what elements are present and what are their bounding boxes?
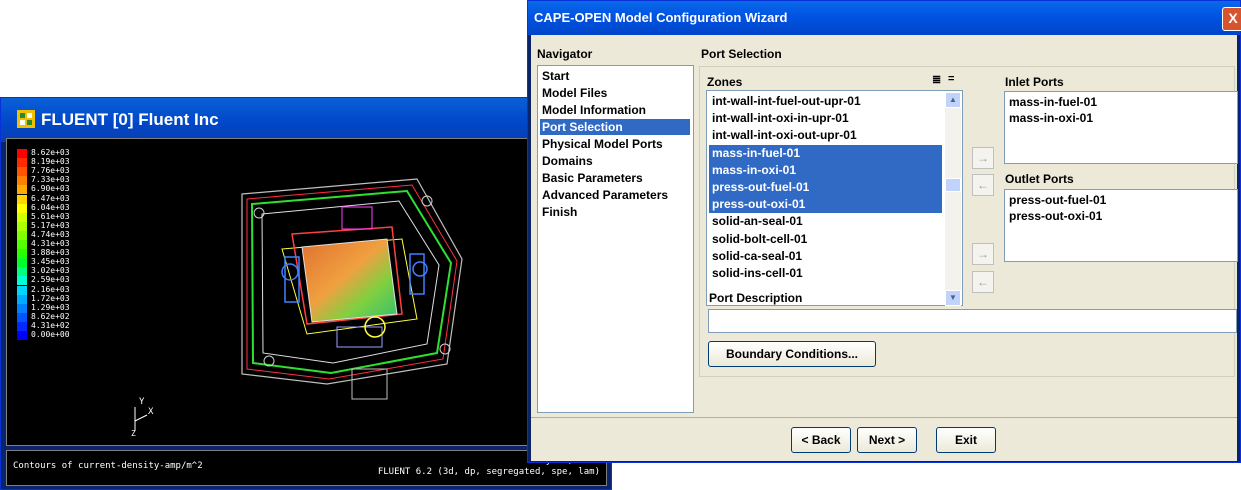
fluent-titlebar[interactable]: FLUENT [0] Fluent Inc [1, 98, 611, 142]
navigator-list[interactable]: Start Model Files Model Information Port Se… [537, 65, 694, 413]
arrow-left-icon: ← [977, 178, 989, 192]
zone-list-item[interactable]: mass-in-oxi-01 [709, 161, 942, 179]
fluent-window-title: FLUENT [0] Fluent Inc [41, 110, 219, 129]
scroll-thumb[interactable] [945, 178, 961, 192]
axis-z-label: Z [131, 429, 136, 438]
zone-list-item[interactable]: int-wall-int-oxi-in-upr-01 [709, 110, 942, 127]
navigator-item[interactable]: Model Files [540, 85, 607, 101]
fluent-caption-bar: Contours of current-density-amp/m^2 May … [6, 450, 607, 486]
fluent-graphics-canvas[interactable]: 8.62e+03 8.19e+03 7.76e+03 7.33e+03 6.90e+03… [6, 138, 607, 446]
add-inlet-button[interactable]: → [972, 147, 994, 169]
navigator-item[interactable]: Physical Model Ports [540, 136, 663, 152]
navigator-item[interactable]: Start [540, 68, 569, 84]
zone-list-item[interactable]: press-out-oxi-01 [709, 196, 942, 214]
close-button[interactable]: X [1222, 7, 1241, 31]
axis-x-label: X [148, 407, 154, 417]
scroll-up-icon[interactable]: ▲ [945, 92, 961, 108]
zones-list[interactable]: solid-ins-cell-01 solid-ca-seal-01 solid-b… [706, 90, 963, 306]
boundary-conditions-button[interactable]: Boundary Conditions... [708, 341, 876, 367]
wizard-body: Navigator Port Selection Start Model File… [531, 35, 1238, 461]
port-list-item[interactable]: press-out-oxi-01 [1009, 208, 1102, 224]
navigator-item[interactable]: Finish [540, 204, 577, 220]
details-view-icon[interactable]: = [948, 73, 954, 85]
outlet-ports-label: Outlet Ports [1005, 172, 1074, 186]
close-icon: X [1228, 10, 1238, 26]
port-list-item[interactable]: mass-in-fuel-01 [1009, 94, 1097, 110]
fluent-window: FLUENT [0] Fluent Inc 8.62e+03 8.19e+03 7.… [0, 97, 612, 490]
inlet-ports-label: Inlet Ports [1005, 75, 1064, 89]
caption-version: FLUENT 6.2 (3d, dp, segregated, spe, lam… [377, 467, 600, 477]
fluent-app-icon [17, 110, 35, 128]
outlet-ports-list[interactable]: press-out-fuel-01 press-out-oxi-01 [1004, 189, 1238, 262]
zones-scrollbar[interactable]: ▲ ▼ [945, 92, 961, 306]
navigator-item[interactable]: Model Information [540, 102, 646, 118]
wizard-footer-divider [531, 417, 1237, 418]
port-list-item[interactable]: press-out-fuel-01 [1009, 192, 1106, 208]
zone-list-item[interactable]: solid-ins-cell-01 [709, 265, 942, 282]
navigator-item[interactable]: Basic Parameters [540, 170, 643, 186]
navigator-item[interactable]: Advanced Parameters [540, 187, 668, 203]
list-view-icon[interactable]: ≣ [932, 73, 941, 86]
port-description-label: Port Description [709, 291, 803, 305]
navigator-item[interactable]: Domains [540, 153, 593, 169]
zone-list-item[interactable]: solid-ca-seal-01 [709, 248, 942, 265]
zone-list-item[interactable]: press-out-fuel-01 [709, 179, 942, 196]
zone-list-item[interactable]: solid-an-seal-01 [709, 213, 942, 230]
zone-list-item[interactable]: solid-bolt-cell-01 [709, 231, 942, 248]
page-title: Port Selection [701, 47, 782, 61]
port-description-input[interactable] [708, 309, 1237, 333]
arrow-right-icon: → [977, 151, 989, 165]
scroll-down-icon[interactable]: ▼ [945, 290, 961, 306]
contour-caption: Contours of current-density-amp/m^2 [13, 461, 203, 471]
exit-button[interactable]: Exit [936, 427, 996, 453]
remove-inlet-button[interactable]: ← [972, 174, 994, 196]
wizard-titlebar[interactable]: CAPE-OPEN Model Configuration Wizard X [528, 1, 1241, 35]
navigator-label: Navigator [537, 47, 593, 61]
arrow-left-icon: ← [977, 275, 989, 289]
inlet-ports-list[interactable]: mass-in-fuel-01 mass-in-oxi-01 [1004, 91, 1238, 164]
cape-open-wizard-dialog: CAPE-OPEN Model Configuration Wizard X N… [527, 0, 1241, 463]
contour-model-render [134, 178, 463, 431]
wizard-title: CAPE-OPEN Model Configuration Wizard [534, 10, 788, 25]
arrow-right-icon: → [977, 247, 989, 261]
next-button[interactable]: Next > [857, 427, 917, 453]
zone-list-item[interactable]: int-wall-int-fuel-out-upr-01 [709, 93, 942, 110]
zone-list-item[interactable]: int-wall-int-oxi-out-upr-01 [709, 127, 942, 144]
axis-y-label: Y [139, 397, 145, 407]
port-list-item[interactable]: mass-in-oxi-01 [1009, 110, 1093, 126]
zones-label: Zones [707, 75, 743, 89]
navigator-item[interactable]: Port Selection [540, 119, 690, 135]
back-button[interactable]: < Back [791, 427, 851, 453]
zone-list-item[interactable]: mass-in-fuel-01 [709, 144, 942, 162]
add-outlet-button[interactable]: → [972, 243, 994, 265]
remove-outlet-button[interactable]: ← [972, 271, 994, 293]
